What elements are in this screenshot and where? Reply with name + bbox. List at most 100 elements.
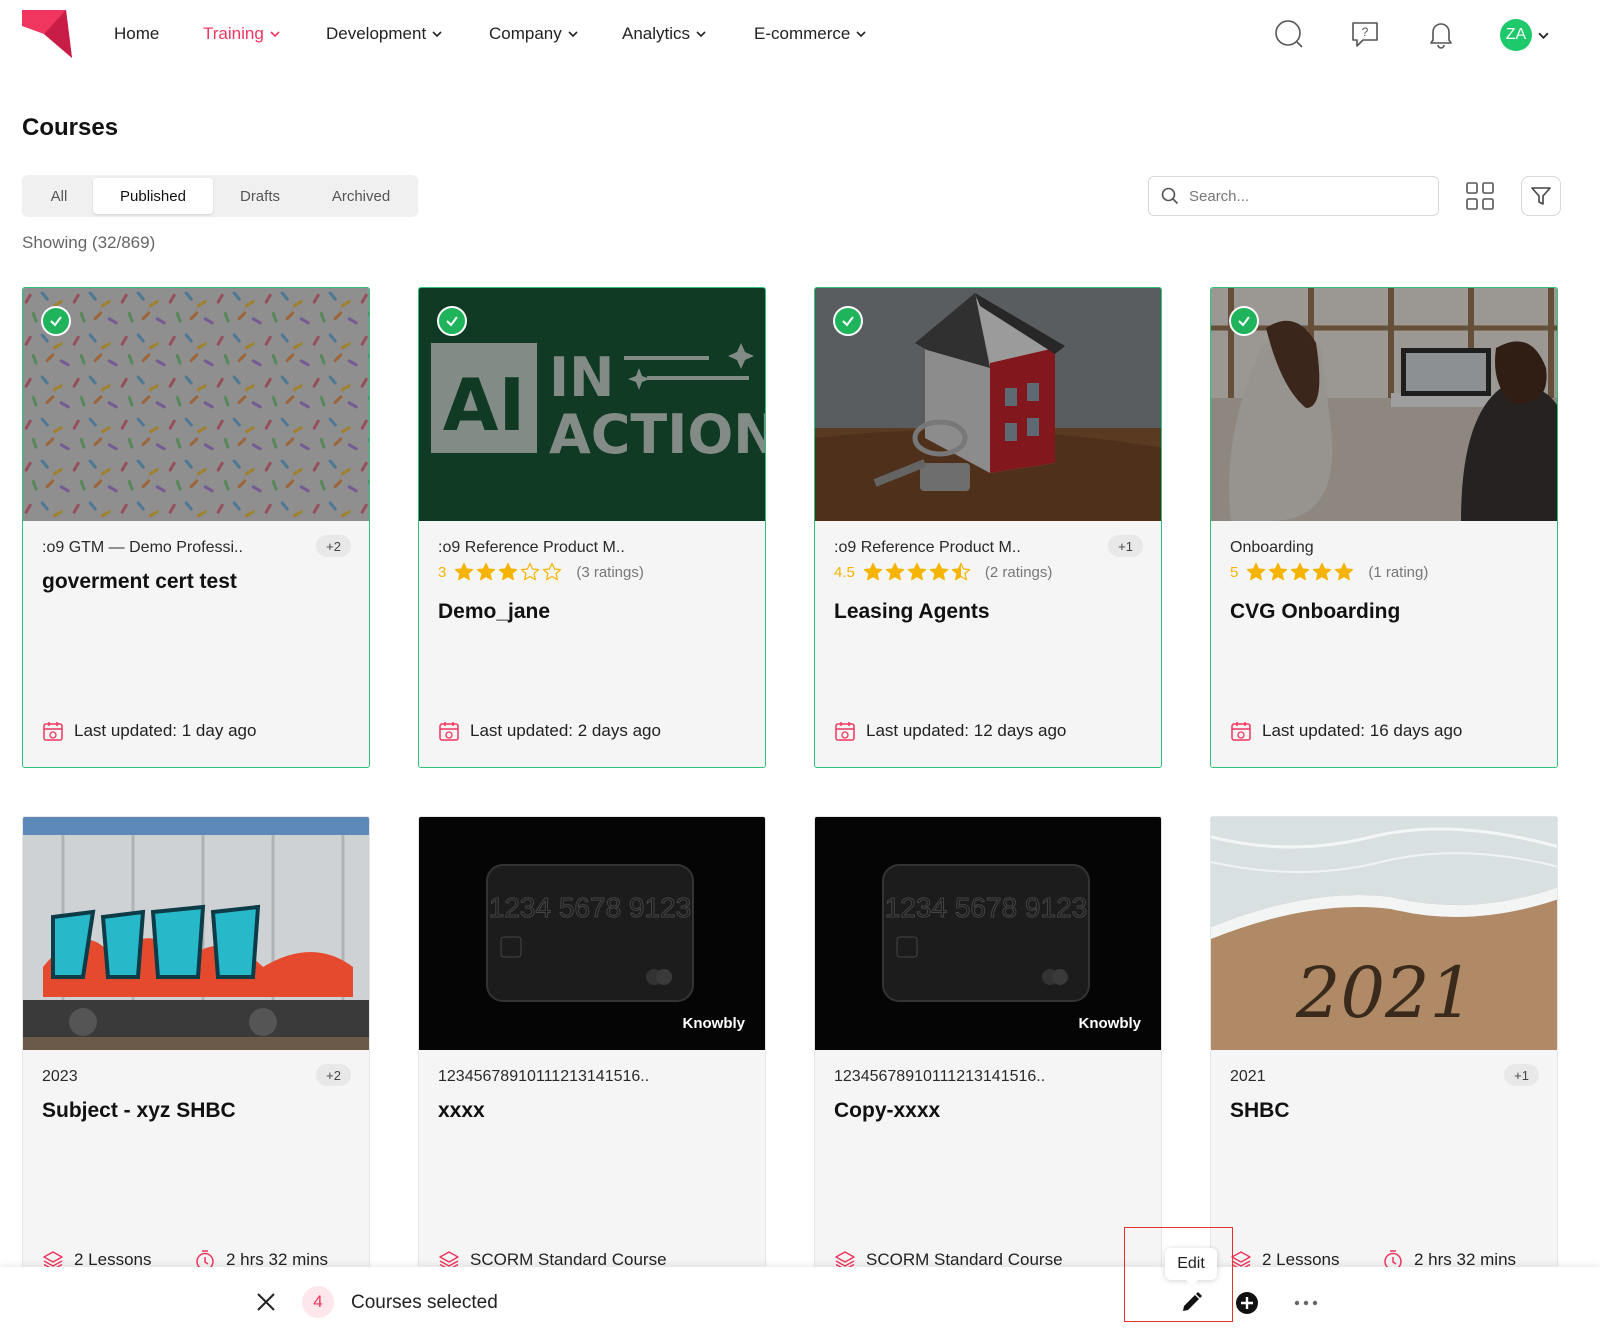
nav-ecommerce[interactable]: E-commerce xyxy=(754,24,866,44)
nav-company[interactable]: Company xyxy=(489,24,578,44)
calendar-icon xyxy=(43,722,63,741)
course-card[interactable]: Onboarding 5 (1 rating) CVG Onboarding L… xyxy=(1210,287,1558,768)
check-icon[interactable] xyxy=(41,306,71,336)
filter-button[interactable] xyxy=(1521,176,1561,216)
course-thumbnail xyxy=(815,288,1161,521)
nav-development-label: Development xyxy=(326,24,427,43)
course-category: 2023 xyxy=(42,1068,78,1085)
course-card[interactable]: 2023 +2 Subject - xyz SHBC 2 Lessons 2 h… xyxy=(22,816,370,1297)
course-category: :o9 Reference Product M.. xyxy=(438,539,625,556)
rating-stars xyxy=(863,562,971,582)
course-card[interactable]: 1234 5678 9123 Knowbly 12345678910111213… xyxy=(814,816,1162,1297)
tab-all[interactable]: All xyxy=(25,178,93,214)
last-updated-text: Last updated: 2 days ago xyxy=(470,721,661,740)
selected-count-badge: 4 xyxy=(302,1286,334,1318)
course-rating: 5 (1 rating) xyxy=(1230,562,1428,582)
selection-overlay xyxy=(23,288,369,521)
nav-home[interactable]: Home xyxy=(114,24,159,44)
course-card[interactable]: 2021 2021 +1 SHBC 2 Lessons 2 hrs 32 min… xyxy=(1210,816,1558,1297)
chevron-down-icon xyxy=(568,31,578,38)
nav-development[interactable]: Development xyxy=(326,24,442,44)
nav-training-label: Training xyxy=(203,24,264,43)
chevron-down-icon[interactable] xyxy=(1538,30,1549,41)
nav-training[interactable]: Training xyxy=(203,24,280,44)
course-category: :o9 Reference Product M.. xyxy=(834,539,1021,556)
help-chat-icon[interactable]: ? xyxy=(1349,18,1381,50)
star-filled-icon xyxy=(1335,562,1354,581)
nav-analytics-label: Analytics xyxy=(622,24,691,43)
course-title: goverment cert test xyxy=(42,570,237,593)
more-icon[interactable] xyxy=(1292,1291,1320,1315)
course-category: 2021 xyxy=(1230,1068,1266,1085)
star-half-icon xyxy=(951,562,971,581)
tag-count-badge[interactable]: +2 xyxy=(316,1064,351,1086)
star-filled-icon xyxy=(863,562,883,581)
course-card[interactable]: :o9 Reference Product M.. +1 4.5 (2 rati… xyxy=(814,287,1162,768)
filter-icon xyxy=(1531,187,1551,205)
logo[interactable] xyxy=(22,10,72,58)
check-icon[interactable] xyxy=(437,306,467,336)
card-number-text: 1234 5678 9123 xyxy=(489,892,691,923)
tab-published[interactable]: Published xyxy=(93,178,213,214)
course-title: Demo_jane xyxy=(438,600,551,623)
star-empty-icon xyxy=(543,562,562,581)
chevron-down-icon xyxy=(696,31,706,38)
search-icon xyxy=(1161,187,1179,205)
course-card[interactable]: 1234 5678 9123 Knowbly 12345678910111213… xyxy=(418,816,766,1297)
brand-watermark: Knowbly xyxy=(682,1015,746,1032)
tag-count-badge[interactable]: +1 xyxy=(1108,535,1143,557)
course-card[interactable]: :o9 GTM — Demo Professi.. +2 goverment c… xyxy=(22,287,370,768)
course-thumbnail: 2021 xyxy=(1211,817,1557,1050)
tab-drafts[interactable]: Drafts xyxy=(213,178,307,214)
course-thumbnail: AI IN ACTION xyxy=(419,288,765,521)
selection-action-bar: 4 Courses selected xyxy=(0,1267,1600,1336)
avatar[interactable]: ZA xyxy=(1500,19,1532,51)
tag-count-badge[interactable]: +1 xyxy=(1504,1064,1539,1086)
close-icon[interactable] xyxy=(254,1290,278,1314)
calendar-icon xyxy=(1231,722,1251,741)
star-filled-icon xyxy=(1269,562,1288,581)
selection-overlay xyxy=(419,288,765,521)
bell-icon[interactable] xyxy=(1425,18,1457,50)
last-updated: Last updated: 1 day ago xyxy=(42,720,256,742)
star-filled-icon xyxy=(907,562,927,581)
beach-image: 2021 xyxy=(1211,817,1557,1050)
course-title: xxxx xyxy=(438,1099,485,1122)
course-rating: 3 (3 ratings) xyxy=(438,562,644,582)
check-icon[interactable] xyxy=(833,306,863,336)
course-thumbnail xyxy=(23,288,369,521)
star-filled-icon xyxy=(499,562,518,581)
top-nav: Home Training Development Company Analyt… xyxy=(0,0,1600,70)
star-filled-icon xyxy=(1313,562,1332,581)
star-filled-icon xyxy=(477,562,496,581)
last-updated-text: Last updated: 16 days ago xyxy=(1262,721,1463,740)
course-title: CVG Onboarding xyxy=(1230,600,1401,623)
course-title: Subject - xyz SHBC xyxy=(42,1099,236,1122)
add-icon[interactable] xyxy=(1235,1291,1259,1315)
nav-company-label: Company xyxy=(489,24,562,43)
course-card[interactable]: AI IN ACTION :o9 Reference Product M.. 3… xyxy=(418,287,766,768)
tab-archived[interactable]: Archived xyxy=(307,178,415,214)
page-title: Courses xyxy=(22,114,119,141)
card-number-text: 1234 5678 9123 xyxy=(885,892,1087,923)
last-updated: Last updated: 16 days ago xyxy=(1230,720,1462,742)
brand-watermark: Knowbly xyxy=(1078,1015,1142,1032)
grid-view-icon[interactable] xyxy=(1464,180,1496,212)
search-icon[interactable] xyxy=(1273,18,1305,50)
course-title: Copy-xxxx xyxy=(834,1099,941,1122)
svg-text:?: ? xyxy=(1362,25,1369,39)
search-input[interactable] xyxy=(1189,187,1419,205)
nav-analytics[interactable]: Analytics xyxy=(622,24,706,44)
star-filled-icon xyxy=(885,562,905,581)
rating-value: 4.5 xyxy=(834,563,855,581)
beach-text: 2021 xyxy=(1295,952,1474,1034)
results-count: Showing (32/869) xyxy=(22,233,156,252)
last-updated: Last updated: 2 days ago xyxy=(438,720,661,742)
course-thumbnail: 1234 5678 9123 Knowbly xyxy=(815,817,1161,1050)
tag-count-badge[interactable]: +2 xyxy=(316,535,351,557)
nav-ecommerce-label: E-commerce xyxy=(754,24,851,43)
course-rating: 4.5 (2 ratings) xyxy=(834,562,1052,582)
star-filled-icon xyxy=(1247,562,1266,581)
check-icon[interactable] xyxy=(1229,306,1259,336)
rating-count: (2 ratings) xyxy=(984,563,1053,581)
